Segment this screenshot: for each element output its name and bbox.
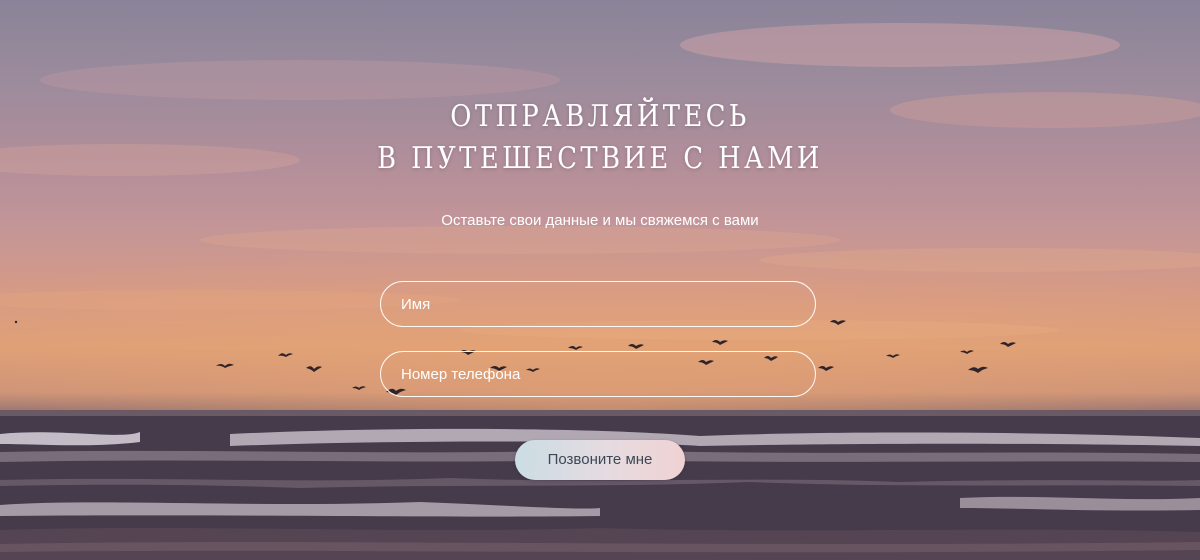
hero-title: Отправляйтесь в путешествие с нами xyxy=(342,96,858,180)
hero-subtitle: Оставьте свои данные и мы свяжемся с вам… xyxy=(441,212,759,229)
phone-input[interactable]: Номер телефона xyxy=(380,351,816,397)
hero-title-line-2: в путешествие с нами xyxy=(377,141,823,176)
call-me-button[interactable]: Позвоните мне xyxy=(515,440,685,480)
phone-input-placeholder: Номер телефона xyxy=(401,366,521,383)
hero-title-line-1: Отправляйтесь xyxy=(450,99,750,134)
name-input[interactable]: Имя xyxy=(380,281,816,327)
callback-form-section: Отправляйтесь в путешествие с нами Остав… xyxy=(0,0,1200,560)
name-input-placeholder: Имя xyxy=(401,296,431,313)
hero-section: Отправляйтесь в путешествие с нами Остав… xyxy=(0,0,1200,560)
